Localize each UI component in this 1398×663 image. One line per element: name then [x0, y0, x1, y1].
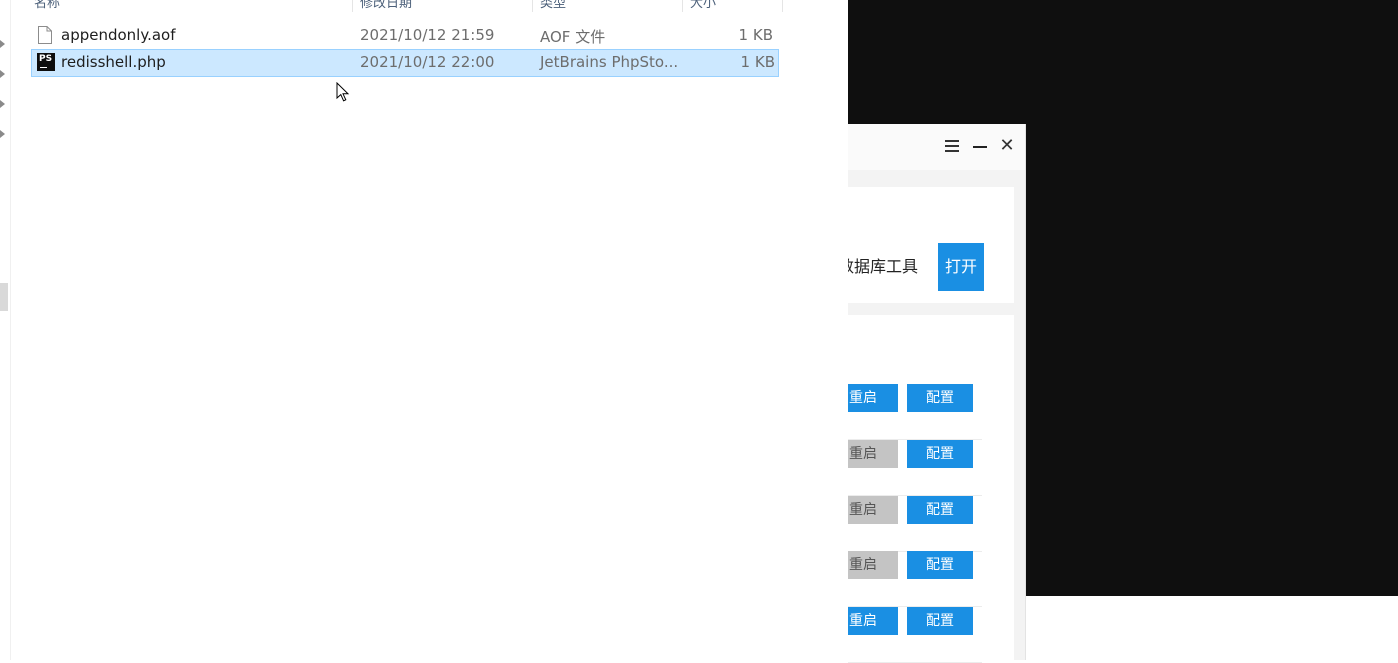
nav-scrollbar[interactable]	[0, 283, 8, 311]
column-divider[interactable]	[682, 0, 683, 12]
expand-arrow-icon[interactable]	[0, 130, 5, 138]
file-date: 2021/10/12 22:00	[360, 53, 495, 71]
column-header-size[interactable]: 大小	[690, 0, 770, 12]
config-button[interactable]: 配置	[907, 440, 973, 468]
file-row[interactable]: appendonly.aof 2021/10/12 21:59 AOF 文件 1…	[31, 23, 777, 49]
restart-button[interactable]: 重启	[848, 496, 898, 524]
file-name: redisshell.php	[61, 53, 166, 71]
service-row: 重启 配置	[848, 551, 1014, 607]
restart-button[interactable]: 重启	[848, 384, 898, 412]
service-row: 重启 配置	[848, 384, 1014, 440]
file-date: 2021/10/12 21:59	[360, 26, 495, 44]
navigation-pane	[0, 0, 11, 660]
column-divider[interactable]	[352, 0, 353, 12]
menu-icon[interactable]	[942, 136, 962, 156]
config-button[interactable]: 配置	[907, 384, 973, 412]
service-row: 重启 配置	[848, 607, 1014, 663]
expand-arrow-icon[interactable]	[0, 70, 5, 78]
desktop-strip	[1025, 596, 1398, 660]
file-size: 1 KB	[738, 26, 773, 44]
open-button[interactable]: 打开	[938, 243, 984, 291]
column-divider[interactable]	[782, 0, 783, 12]
service-row: 重启 配置	[848, 496, 1014, 552]
config-button[interactable]: 配置	[907, 551, 973, 579]
generic-file-icon	[37, 26, 53, 44]
column-header-type[interactable]: 类型	[540, 0, 680, 12]
file-explorer-window: 名称 修改日期 类型 大小 appendonly.aof 2021/10/12 …	[0, 0, 848, 660]
app-titlebar: ✕	[848, 124, 1025, 170]
panel-app-window: ✕ 数据库工具 打开 重启 配置 重启 配置 重启 配置 重启 配置 重启 配置	[848, 124, 1026, 663]
file-size: 1 KB	[740, 53, 775, 71]
restart-button[interactable]: 重启	[848, 440, 898, 468]
minimize-icon[interactable]	[970, 136, 990, 156]
db-tool-panel	[848, 187, 1014, 303]
config-button[interactable]: 配置	[907, 496, 973, 524]
config-button[interactable]: 配置	[907, 607, 973, 635]
column-divider[interactable]	[532, 0, 533, 12]
phpstorm-file-icon: PS	[37, 53, 55, 71]
file-type: AOF 文件	[540, 28, 606, 46]
column-header-name[interactable]: 名称	[34, 0, 344, 12]
file-name: appendonly.aof	[61, 26, 176, 44]
service-list: 重启 配置 重启 配置 重启 配置 重启 配置 重启 配置	[848, 315, 1014, 663]
close-icon[interactable]: ✕	[997, 136, 1017, 156]
column-header-date[interactable]: 修改日期	[360, 0, 520, 12]
file-row-selected[interactable]: PS redisshell.php 2021/10/12 22:00 JetBr…	[31, 49, 779, 77]
expand-arrow-icon[interactable]	[0, 40, 5, 48]
mouse-cursor-icon	[336, 81, 350, 106]
file-type: JetBrains PhpSto...	[540, 53, 679, 71]
expand-arrow-icon[interactable]	[0, 100, 5, 108]
restart-button[interactable]: 重启	[848, 607, 898, 635]
db-tool-label: 数据库工具	[848, 257, 919, 276]
restart-button[interactable]: 重启	[848, 551, 898, 579]
service-row: 重启 配置	[848, 440, 1014, 496]
